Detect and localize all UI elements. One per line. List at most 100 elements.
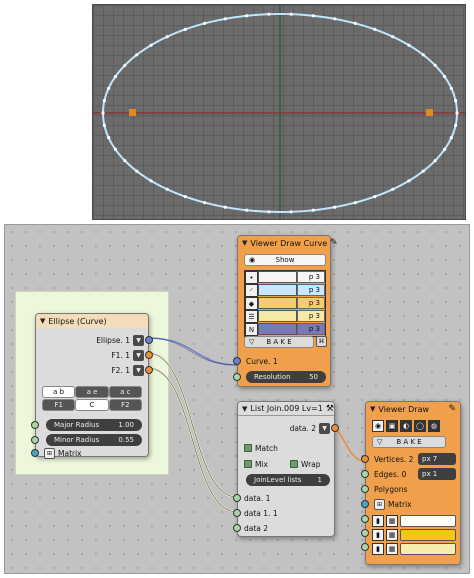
pattern-icon[interactable]: ▦ (386, 528, 398, 541)
color-swatch[interactable] (400, 542, 456, 555)
point-size-value[interactable]: p 3 (297, 271, 325, 283)
display-toggle-icon[interactable]: ▮ (372, 542, 384, 555)
point-size-value[interactable]: p 3 (297, 297, 325, 309)
socket-data1-in[interactable] (233, 494, 241, 502)
pattern-icon[interactable]: ▦ (386, 542, 398, 555)
focus-tab-f1[interactable]: F1 (42, 399, 76, 411)
resolution-field[interactable]: Resolution 50 (246, 371, 326, 383)
viewer-curve-header[interactable]: ▼ Viewer Draw Curve ✎ (238, 236, 338, 250)
color-swatch[interactable] (258, 323, 297, 335)
vertex-size-field[interactable]: px 7 (418, 453, 456, 465)
mix-checkbox[interactable] (244, 460, 252, 468)
matrix-icon[interactable]: ⊞ (44, 447, 55, 459)
socket-matrix[interactable] (31, 449, 39, 457)
focus-tab-f2[interactable]: F2 (108, 399, 142, 411)
socket-data2-in[interactable] (233, 524, 241, 532)
color-swatch[interactable] (400, 528, 456, 541)
vertex-icon[interactable]: • (245, 271, 258, 284)
collapse-chevron-icon[interactable]: ▼ (242, 405, 247, 413)
face-mode-icon[interactable]: ◯ (414, 420, 426, 432)
socket-minor-radius[interactable] (31, 436, 39, 444)
wrench-icon[interactable]: ⚒ (326, 404, 334, 414)
brush-icon[interactable]: ✎ (448, 404, 456, 414)
mix-option[interactable]: Mix (244, 458, 268, 470)
socket-curve-in[interactable] (233, 357, 241, 365)
color-swatch[interactable] (258, 271, 297, 283)
display-row[interactable]: • p 3 (245, 271, 325, 284)
curve-icon[interactable]: ◜ (245, 284, 258, 297)
vertex-mode-icon[interactable]: ▣ (386, 420, 398, 432)
display-toggle-icon[interactable]: ▮ (372, 514, 384, 527)
collapse-chevron-icon[interactable]: ▼ (370, 405, 375, 413)
edge-color-row[interactable]: ▮ ▦ (372, 528, 456, 541)
eye-icon[interactable]: ◉ (372, 420, 384, 432)
focus-tab-c[interactable]: C (75, 399, 109, 411)
sphere-mode-icon[interactable]: ◍ (428, 420, 440, 432)
display-row[interactable]: ☰ p 3 (245, 310, 325, 323)
socket-f1-out[interactable] (145, 351, 153, 359)
dropdown-icon[interactable]: ▼ (133, 364, 144, 376)
socket-major-radius[interactable] (31, 421, 39, 429)
joinlevel-field[interactable]: JoinLevel lists 1 (246, 474, 330, 486)
matrix-icon[interactable]: ⊞ (374, 498, 385, 510)
socket-f2-out[interactable] (145, 366, 153, 374)
display-toggle-icon[interactable]: ▮ (372, 528, 384, 541)
edge-mode-icon[interactable]: ◐ (400, 420, 412, 432)
point-size-value[interactable]: p 3 (297, 310, 325, 322)
color-swatch[interactable] (258, 310, 297, 322)
display-row[interactable]: ◜ p 3 (245, 284, 325, 297)
ellipse-node-header[interactable]: ▼ Ellipse (Curve) (36, 314, 148, 328)
color-swatch[interactable] (258, 297, 297, 309)
viewer-draw-curve-node[interactable]: ▼ Viewer Draw Curve ✎ ◉ Show • p 3 ◜ p 3 ◆ p … (233, 235, 338, 387)
3d-viewport[interactable] (92, 4, 466, 220)
viewer-draw-header[interactable]: ▼ Viewer Draw ✎ (366, 402, 460, 416)
list-join-node[interactable]: ▼ List Join.009 Lv=1 ⚒ data. 2 ▼ Match M… (233, 401, 339, 537)
socket-resolution[interactable] (233, 373, 241, 381)
socket-color1-in[interactable] (361, 515, 369, 523)
show-toggle[interactable]: ◉ Show (244, 254, 326, 266)
display-row[interactable]: ◆ p 3 (245, 297, 325, 310)
socket-vertices-in[interactable] (361, 455, 369, 463)
brush-icon[interactable]: ✎ (330, 238, 338, 248)
bake-button[interactable]: ▽ B A K E (372, 436, 446, 448)
color-swatch[interactable] (258, 284, 297, 296)
collapse-chevron-icon[interactable]: ▼ (242, 239, 247, 247)
match-option[interactable]: Match (244, 442, 278, 454)
list-join-header[interactable]: ▼ List Join.009 Lv=1 ⚒ (238, 402, 334, 416)
socket-color2-in[interactable] (361, 529, 369, 537)
diamond-icon[interactable]: ◆ (245, 297, 258, 310)
settings-icon[interactable]: ⌘ (316, 336, 327, 347)
mode-tab-ab[interactable]: a b (42, 386, 76, 398)
ellipse-curve-node[interactable]: ▼ Ellipse (Curve) Ellipse. 1 ▼ F1. 1 ▼ F… (31, 313, 153, 459)
collapse-chevron-icon[interactable]: ▼ (40, 317, 45, 325)
lines-icon[interactable]: ☰ (245, 310, 258, 323)
color-swatch[interactable] (400, 514, 456, 527)
pattern-icon[interactable]: ▦ (386, 514, 398, 527)
socket-matrix-in[interactable] (361, 500, 369, 508)
match-checkbox[interactable] (244, 444, 252, 452)
edge-width-field[interactable]: px 1 (418, 468, 456, 480)
n-icon[interactable]: N (245, 323, 258, 336)
bake-button[interactable]: ▽ B A K E (244, 336, 314, 348)
mode-tab-ac[interactable]: a c (108, 386, 142, 398)
socket-edges-in[interactable] (361, 470, 369, 478)
mode-tab-ae[interactable]: a e (75, 386, 109, 398)
dropdown-icon[interactable]: ▼ (133, 349, 144, 361)
socket-color3-in[interactable] (361, 543, 369, 551)
dropdown-icon[interactable]: ▼ (319, 422, 330, 434)
minor-radius-field[interactable]: Minor Radius 0.55 (46, 434, 142, 446)
socket-ellipse-out[interactable] (145, 336, 153, 344)
wrap-checkbox[interactable] (290, 460, 298, 468)
face-color-row[interactable]: ▮ ▦ (372, 542, 456, 555)
socket-polygons-in[interactable] (361, 485, 369, 493)
wrap-option[interactable]: Wrap (290, 458, 321, 470)
point-size-value[interactable]: p 3 (297, 284, 325, 296)
point-size-value[interactable]: p 3 (297, 323, 325, 335)
viewer-draw-node[interactable]: ▼ Viewer Draw ✎ ◉ ▣ ◐ ◯ ◍ ▽ B A K E Vert… (361, 401, 461, 565)
node-editor[interactable]: ▼ Ellipse (Curve) Ellipse. 1 ▼ F1. 1 ▼ F… (4, 224, 470, 574)
display-row[interactable]: Np 3 (245, 323, 325, 336)
socket-data11-in[interactable] (233, 509, 241, 517)
major-radius-field[interactable]: Major Radius 1.00 (46, 419, 142, 431)
dropdown-icon[interactable]: ▼ (133, 334, 144, 346)
vertex-color-row[interactable]: ▮ ▦ (372, 514, 456, 527)
